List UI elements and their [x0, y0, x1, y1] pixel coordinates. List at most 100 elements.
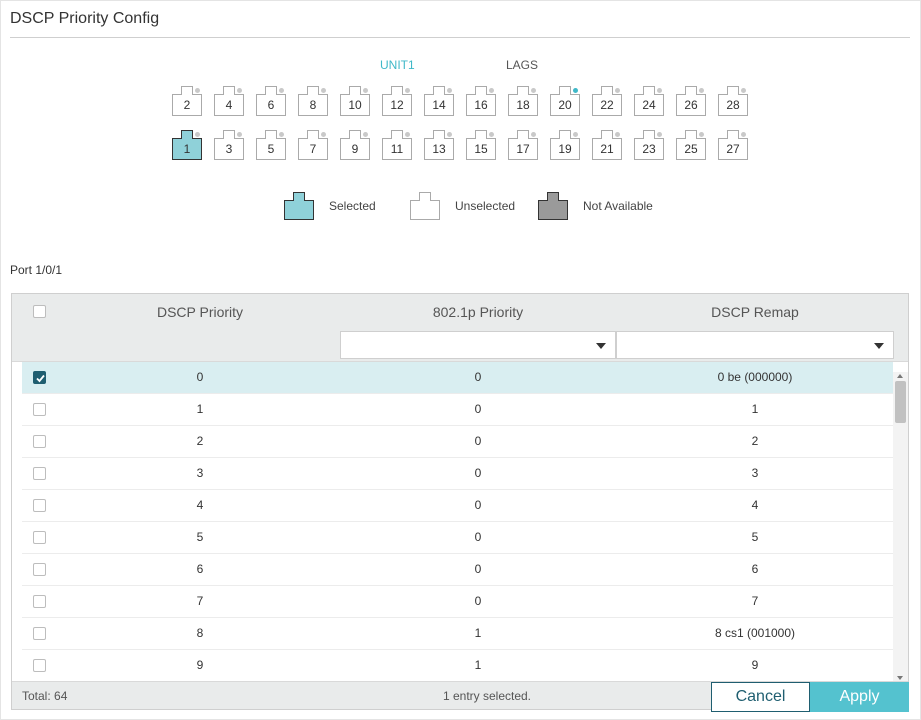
cell-dscp-priority: 6 — [196, 562, 204, 576]
port-19[interactable]: 19 — [550, 130, 580, 160]
port-24[interactable]: 24 — [634, 86, 664, 116]
cell-dscp-remap: 9 — [751, 658, 759, 672]
legend-not-available-label: Not Available — [583, 199, 653, 213]
port-status-dot — [195, 132, 200, 137]
row-checkbox[interactable] — [33, 595, 46, 608]
filter-dscp-remap-select[interactable] — [616, 331, 894, 359]
table-row[interactable]: 1 0 1 — [22, 394, 893, 426]
cell-8021p-priority: 0 — [474, 562, 482, 576]
row-checkbox[interactable] — [33, 531, 46, 544]
table-scrollbar[interactable] — [893, 372, 908, 682]
total-count: Total: 64 — [22, 689, 68, 703]
port-status-dot — [405, 132, 410, 137]
cell-8021p-priority: 0 — [474, 466, 482, 480]
port-18[interactable]: 18 — [508, 86, 538, 116]
port-status-dot — [447, 132, 452, 137]
port-status-dot — [363, 88, 368, 93]
port-number: 14 — [432, 98, 446, 112]
port-26[interactable]: 26 — [676, 86, 706, 116]
scroll-down-icon[interactable] — [897, 676, 903, 680]
tab-unit1[interactable]: UNIT1 — [380, 58, 415, 72]
port-6[interactable]: 6 — [256, 86, 286, 116]
table-row[interactable]: 6 0 6 — [22, 554, 893, 586]
cancel-button[interactable]: Cancel — [711, 682, 810, 712]
port-2[interactable]: 2 — [172, 86, 202, 116]
table-header: DSCP Priority 802.1p Priority DSCP Remap — [12, 294, 908, 331]
port-14[interactable]: 14 — [424, 86, 454, 116]
port-status-dot — [573, 132, 578, 137]
apply-button[interactable]: Apply — [810, 682, 909, 712]
port-status-dot — [489, 88, 494, 93]
port-status-dot — [573, 88, 578, 93]
select-all-checkbox[interactable] — [33, 305, 46, 318]
port-17[interactable]: 17 — [508, 130, 538, 160]
column-dscp-remap: DSCP Remap — [711, 304, 799, 320]
port-25[interactable]: 25 — [676, 130, 706, 160]
cell-8021p-priority: 1 — [474, 626, 482, 640]
port-status-dot — [615, 132, 620, 137]
port-27[interactable]: 27 — [718, 130, 748, 160]
table-row[interactable]: 5 0 5 — [22, 522, 893, 554]
port-15[interactable]: 15 — [466, 130, 496, 160]
cell-dscp-remap: 0 be (000000) — [717, 370, 793, 384]
port-16[interactable]: 16 — [466, 86, 496, 116]
port-3[interactable]: 3 — [214, 130, 244, 160]
port-unselected-icon — [410, 192, 440, 220]
row-checkbox[interactable] — [33, 403, 46, 416]
filter-8021p-select[interactable] — [340, 331, 616, 359]
port-22[interactable]: 22 — [592, 86, 622, 116]
port-number: 13 — [432, 142, 446, 156]
cell-dscp-remap: 3 — [751, 466, 759, 480]
port-28[interactable]: 28 — [718, 86, 748, 116]
cell-dscp-priority: 7 — [196, 594, 204, 608]
port-5[interactable]: 5 — [256, 130, 286, 160]
cell-dscp-remap: 6 — [751, 562, 759, 576]
dscp-table: DSCP Priority 802.1p Priority DSCP Remap… — [11, 293, 909, 710]
port-23[interactable]: 23 — [634, 130, 664, 160]
port-number: 19 — [558, 142, 572, 156]
row-checkbox[interactable] — [33, 659, 46, 672]
table-row[interactable]: 3 0 3 — [22, 458, 893, 490]
port-9[interactable]: 9 — [340, 130, 370, 160]
port-number: 27 — [726, 142, 740, 156]
port-7[interactable]: 7 — [298, 130, 328, 160]
title-divider — [10, 37, 910, 38]
port-4[interactable]: 4 — [214, 86, 244, 116]
row-checkbox[interactable] — [33, 499, 46, 512]
port-12[interactable]: 12 — [382, 86, 412, 116]
cell-dscp-remap: 8 cs1 (001000) — [714, 626, 796, 640]
port-status-dot — [237, 88, 242, 93]
port-11[interactable]: 11 — [382, 130, 412, 160]
port-8[interactable]: 8 — [298, 86, 328, 116]
column-8021p-priority: 802.1p Priority — [432, 304, 524, 320]
port-13[interactable]: 13 — [424, 130, 454, 160]
chevron-down-icon — [596, 343, 606, 349]
table-row[interactable]: 7 0 7 — [22, 586, 893, 618]
scroll-up-icon[interactable] — [897, 374, 903, 378]
cell-dscp-remap: 4 — [751, 498, 759, 512]
table-row[interactable]: 2 0 2 — [22, 426, 893, 458]
row-checkbox[interactable] — [33, 627, 46, 640]
table-row[interactable]: 8 1 8 cs1 (001000) — [22, 618, 893, 650]
port-status-dot — [741, 88, 746, 93]
row-checkbox[interactable] — [33, 563, 46, 576]
row-checkbox[interactable] — [33, 467, 46, 480]
port-number: 25 — [684, 142, 698, 156]
row-checkbox[interactable] — [33, 371, 46, 384]
check-icon — [36, 374, 45, 383]
legend-unselected-label: Unselected — [455, 199, 516, 213]
port-number: 10 — [348, 98, 362, 112]
cell-dscp-remap: 7 — [751, 594, 759, 608]
tab-lags[interactable]: LAGS — [506, 58, 538, 72]
cell-8021p-priority: 0 — [474, 402, 482, 416]
port-10[interactable]: 10 — [340, 86, 370, 116]
port-21[interactable]: 21 — [592, 130, 622, 160]
scroll-thumb[interactable] — [895, 381, 906, 423]
row-checkbox[interactable] — [33, 435, 46, 448]
table-row[interactable]: 0 0 0 be (000000) — [22, 362, 893, 394]
table-row[interactable]: 4 0 4 — [22, 490, 893, 522]
port-1[interactable]: 1 — [172, 130, 202, 160]
port-20[interactable]: 20 — [550, 86, 580, 116]
port-status-dot — [321, 88, 326, 93]
table-row[interactable]: 9 1 9 — [22, 650, 893, 682]
